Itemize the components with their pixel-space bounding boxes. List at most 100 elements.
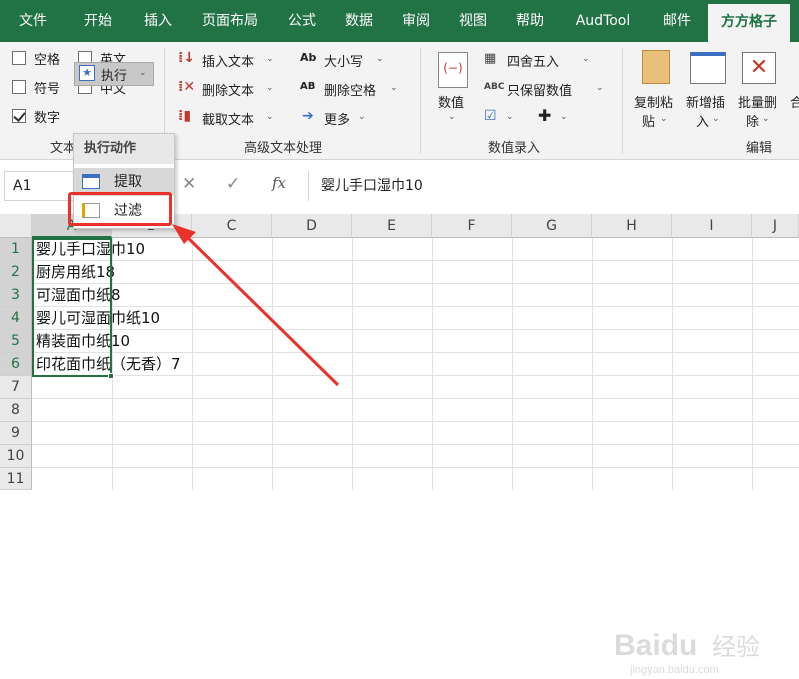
abc-icon: ABC xyxy=(484,82,505,92)
checkbox-symbol[interactable] xyxy=(12,80,26,94)
gridline xyxy=(672,238,673,490)
chevron-down-icon: ⌄ xyxy=(596,83,604,93)
menu-header: 执行动作 xyxy=(74,134,174,164)
round-button[interactable]: 四舍五入 xyxy=(507,51,559,70)
gridline xyxy=(32,260,799,261)
chevron-down-icon: ⌄ xyxy=(660,114,668,124)
extract-icon xyxy=(82,174,100,189)
tab-audtool[interactable]: AudTool xyxy=(558,0,648,42)
delete-text-button[interactable]: 删除文本 xyxy=(202,80,254,99)
advanced-group-label: 高级文本处理 xyxy=(244,141,323,156)
keep-value-button[interactable]: 只保留数值 xyxy=(507,80,572,99)
row-header-6[interactable]: 6 xyxy=(0,353,32,376)
gridline xyxy=(32,467,799,468)
tab-mail[interactable]: 邮件 xyxy=(648,0,706,42)
column-header-h[interactable]: H xyxy=(592,214,672,238)
checkbox-number-label: 数字 xyxy=(34,111,61,126)
new-insert-icon xyxy=(690,52,726,84)
gridline xyxy=(432,238,433,490)
row-header-4[interactable]: 4 xyxy=(0,307,32,330)
column-header-g[interactable]: G xyxy=(512,214,592,238)
tab-help[interactable]: 帮助 xyxy=(502,0,558,42)
row-header-10[interactable]: 10 xyxy=(0,445,32,468)
copy-paste-icon xyxy=(642,50,670,84)
tab-file[interactable]: 文件 xyxy=(0,0,66,42)
merge-button[interactable]: 合 xyxy=(790,92,799,111)
tab-data[interactable]: 数据 xyxy=(330,0,388,42)
more-button[interactable]: 更多 xyxy=(324,109,350,128)
chevron-down-icon: ⌄ xyxy=(390,83,398,93)
column-header-e[interactable]: E xyxy=(352,214,432,238)
insert-function-icon[interactable]: fx xyxy=(272,174,286,192)
value-icon: (−) xyxy=(438,52,468,88)
row-header-8[interactable]: 8 xyxy=(0,399,32,422)
plus-icon[interactable]: ✚ xyxy=(538,106,551,125)
selection-range xyxy=(32,238,112,377)
checkbox-symbol-label: 符号 xyxy=(34,82,61,97)
star-icon: ★ xyxy=(79,65,95,81)
checkbox-space[interactable] xyxy=(12,51,26,65)
edit-check-icon[interactable]: ☑ xyxy=(484,108,497,124)
tab-insert[interactable]: 插入 xyxy=(130,0,186,42)
tab-page-layout[interactable]: 页面布局 xyxy=(186,0,274,42)
new-insert-button-line2: 入 xyxy=(696,115,710,130)
round-icon: ▦ xyxy=(484,51,497,66)
gridline xyxy=(512,238,513,490)
column-header-j[interactable]: J xyxy=(752,214,799,238)
tab-home[interactable]: 开始 xyxy=(66,0,130,42)
tab-fangfang[interactable]: 方方格子 xyxy=(708,4,790,42)
delete-space-icon: AB xyxy=(300,81,316,92)
group-divider xyxy=(420,48,421,154)
group-divider xyxy=(622,48,623,154)
checkbox-number[interactable] xyxy=(12,109,26,123)
batch-delete-button[interactable]: 批量删 xyxy=(738,92,777,111)
new-insert-button[interactable]: 新增插 xyxy=(686,92,725,111)
chevron-down-icon: ⌄ xyxy=(448,112,456,122)
insert-text-button[interactable]: 插入文本 xyxy=(202,51,254,70)
select-all-corner[interactable] xyxy=(0,214,32,238)
column-header-d[interactable]: D xyxy=(272,214,352,238)
formula-input[interactable]: 婴儿手口湿巾10 xyxy=(308,171,799,201)
row-header-7[interactable]: 7 xyxy=(0,376,32,399)
gridline xyxy=(352,238,353,490)
column-header-i[interactable]: I xyxy=(672,214,752,238)
column-header-f[interactable]: F xyxy=(432,214,512,238)
gridline xyxy=(752,238,753,490)
row-header-2[interactable]: 2 xyxy=(0,261,32,284)
chevron-down-icon: ⌄ xyxy=(712,114,720,124)
ribbon-tab-bar: 文件 开始 插入 页面布局 公式 数据 审阅 视图 帮助 AudTool 邮件 … xyxy=(0,0,799,42)
tab-review[interactable]: 审阅 xyxy=(388,0,444,42)
cut-text-icon: ⁞▮ xyxy=(178,108,192,124)
row-header-9[interactable]: 9 xyxy=(0,422,32,445)
execute-button[interactable]: ★ 执行 ⌄ xyxy=(74,62,154,86)
fill-handle[interactable] xyxy=(108,373,114,379)
delete-space-button[interactable]: 删除空格 xyxy=(324,80,376,99)
annotation-highlight-box xyxy=(68,192,172,226)
value-button[interactable]: 数值 xyxy=(438,92,464,111)
chevron-down-icon: ⌄ xyxy=(358,112,366,122)
tab-view[interactable]: 视图 xyxy=(444,0,502,42)
watermark-url: jingyan.baidu.com xyxy=(629,664,719,676)
chevron-down-icon: ⌄ xyxy=(582,54,590,64)
cut-text-button[interactable]: 截取文本 xyxy=(202,109,254,128)
row-header-5[interactable]: 5 xyxy=(0,330,32,353)
cancel-icon[interactable]: ✕ xyxy=(182,174,196,194)
copy-paste-button[interactable]: 复制粘 xyxy=(634,92,673,111)
watermark-sub: 经验 xyxy=(712,633,760,661)
confirm-icon[interactable]: ✓ xyxy=(226,174,240,194)
row-header-11[interactable]: 11 xyxy=(0,468,32,490)
watermark-brand: Baidu xyxy=(614,629,697,662)
edit-group-label: 编辑 xyxy=(746,141,773,156)
row-header-1[interactable]: 1 xyxy=(0,238,32,261)
case-icon: Ab xyxy=(300,51,317,64)
chevron-down-icon: ⌄ xyxy=(506,112,514,122)
gridline xyxy=(192,238,193,490)
number-group-label: 数值录入 xyxy=(488,141,541,156)
chevron-down-icon: ⌄ xyxy=(266,54,274,64)
baidu-watermark-logo: Baidu 经验 jingyan.baidu.com xyxy=(614,629,760,676)
tab-formulas[interactable]: 公式 xyxy=(274,0,330,42)
case-button[interactable]: 大小写 xyxy=(324,51,363,70)
worksheet-grid: A B C D E F G H I J 1 2 3 4 5 6 7 8 9 10… xyxy=(0,214,799,676)
column-header-c[interactable]: C xyxy=(192,214,272,238)
row-header-3[interactable]: 3 xyxy=(0,284,32,307)
